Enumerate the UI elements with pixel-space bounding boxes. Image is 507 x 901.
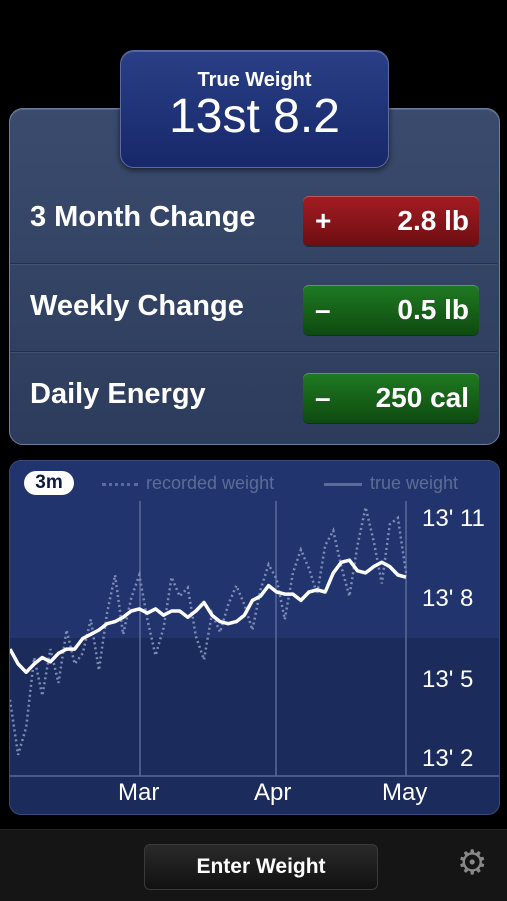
3-month-change-badge: + 2.8 lb [303, 196, 479, 246]
row-3-month-change: 3 Month Change + 2.8 lb [10, 175, 497, 263]
row-label: Weekly Change [30, 290, 244, 322]
row-label: 3 Month Change [30, 201, 256, 233]
row-label: Daily Energy [30, 378, 206, 410]
legend-true-label: true weight [370, 473, 459, 493]
x-tick-label: May [382, 779, 428, 806]
legend-recorded-weight: recorded weight [102, 473, 274, 494]
legend-recorded-label: recorded weight [146, 473, 275, 493]
true-weight-box: True Weight 13st 8.2 [120, 50, 389, 168]
dotted-line-icon [102, 482, 138, 486]
enter-weight-button[interactable]: Enter Weight [144, 844, 378, 890]
amount: 0.5 lb [397, 294, 469, 325]
y-tick-label: 13' 11 [422, 505, 485, 532]
bottom-toolbar: Enter Weight ⚙ [0, 829, 507, 901]
weight-chart[interactable]: 3m recorded weight true weight 13' 11 13… [9, 460, 500, 815]
range-button-3m[interactable]: 3m [24, 471, 74, 495]
amount: 250 cal [375, 382, 469, 413]
legend-true-weight: true weight [324, 473, 458, 494]
sign: – [315, 294, 331, 325]
x-tick-label: Apr [254, 779, 292, 806]
x-tick-label: Mar [118, 779, 160, 806]
daily-energy-badge: – 250 cal [303, 373, 479, 423]
sign: – [315, 382, 331, 413]
y-tick-label: 13' 5 [422, 666, 474, 693]
sign: + [315, 205, 332, 236]
weekly-change-badge: – 0.5 lb [303, 285, 479, 335]
row-weekly-change: Weekly Change – 0.5 lb [10, 263, 497, 352]
amount: 2.8 lb [397, 205, 469, 236]
row-daily-energy: Daily Energy – 250 cal [10, 351, 497, 440]
gear-icon[interactable]: ⚙ [457, 846, 487, 880]
y-tick-label: 13' 8 [422, 585, 474, 612]
true-weight-value: 13st 8.2 [169, 90, 340, 143]
y-tick-label: 13' 2 [422, 745, 474, 772]
solid-line-icon [324, 482, 362, 486]
